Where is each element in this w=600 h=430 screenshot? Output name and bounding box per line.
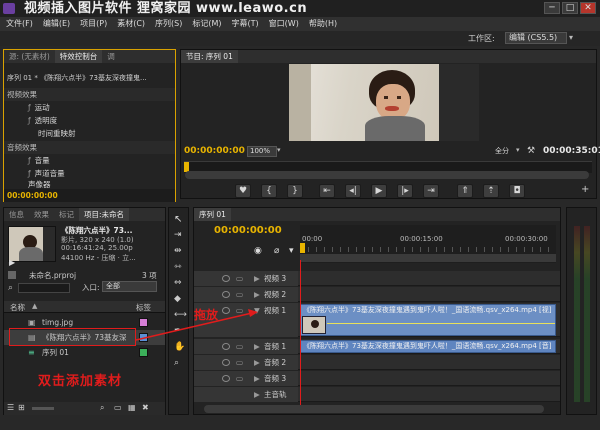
vu-meter-right xyxy=(584,226,590,402)
vu-meter-left xyxy=(574,226,580,402)
annotation-arrow xyxy=(135,309,258,341)
premiere-window: 视频插入图片软件 狸窝家园 www.leawo.cn ─ □ ✕ 文件(F) 编… xyxy=(0,0,600,430)
audio-meters-panel xyxy=(566,207,597,415)
